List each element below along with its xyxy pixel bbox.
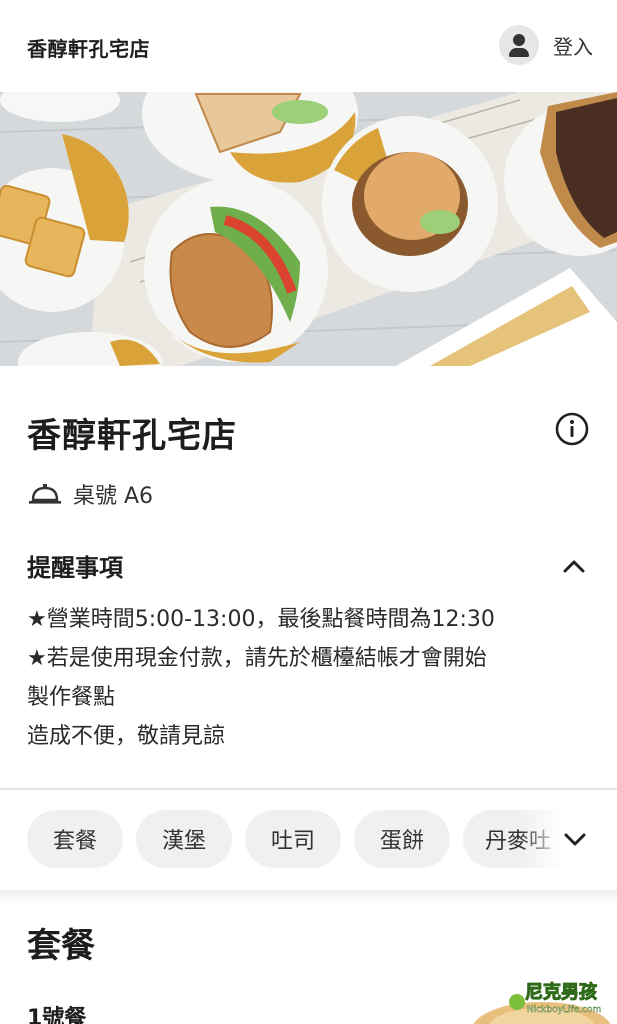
notice-line: ★若是使用現金付款，請先於櫃檯結帳才會開始: [27, 646, 487, 671]
store-hero-image: [0, 92, 617, 366]
table-number-label: 桌號 A6: [73, 484, 154, 509]
category-tabs: 套餐 漢堡 吐司 蛋餅 丹麥吐: [0, 790, 617, 890]
header-store-name: 香醇軒孔宅店: [27, 37, 150, 61]
notice-body: ★營業時間5:00-13:00，最後點餐時間為12:30 ★若是使用現金付款，請…: [27, 600, 597, 756]
category-chip-egg-pancake[interactable]: 蛋餅: [354, 810, 450, 868]
info-icon[interactable]: [555, 412, 589, 446]
category-chip-burger[interactable]: 漢堡: [136, 810, 232, 868]
service-bell-icon: [29, 484, 61, 504]
category-chip-toast[interactable]: 吐司: [245, 810, 341, 868]
notice-line: 造成不便，敬請見諒: [27, 724, 226, 749]
chevron-up-icon[interactable]: [560, 553, 588, 581]
user-icon: [499, 25, 539, 65]
category-chip-set-meal[interactable]: 套餐: [27, 810, 123, 868]
site-watermark-logo: 尼克男孩 NickboyLife.com: [509, 981, 601, 1015]
notice-line: 製作餐點: [27, 685, 116, 710]
login-label: 登入: [553, 34, 593, 59]
store-title: 香醇軒孔宅店: [27, 416, 237, 456]
menu-item-name[interactable]: 1號餐: [27, 1000, 86, 1024]
login-button[interactable]: 登入: [499, 24, 593, 66]
chevron-down-icon[interactable]: [560, 824, 590, 854]
svg-text:NickboyLife.com: NickboyLife.com: [527, 1005, 601, 1015]
notice-line: ★營業時間5:00-13:00，最後點餐時間為12:30: [27, 607, 495, 632]
svg-text:尼克男孩: 尼克男孩: [525, 981, 597, 1003]
notice-heading: 提醒事項: [27, 554, 123, 582]
top-bar: 香醇軒孔宅店 登入: [0, 0, 617, 92]
menu-section-title: 套餐: [27, 926, 95, 966]
table-number: 桌號 A6: [27, 478, 153, 510]
